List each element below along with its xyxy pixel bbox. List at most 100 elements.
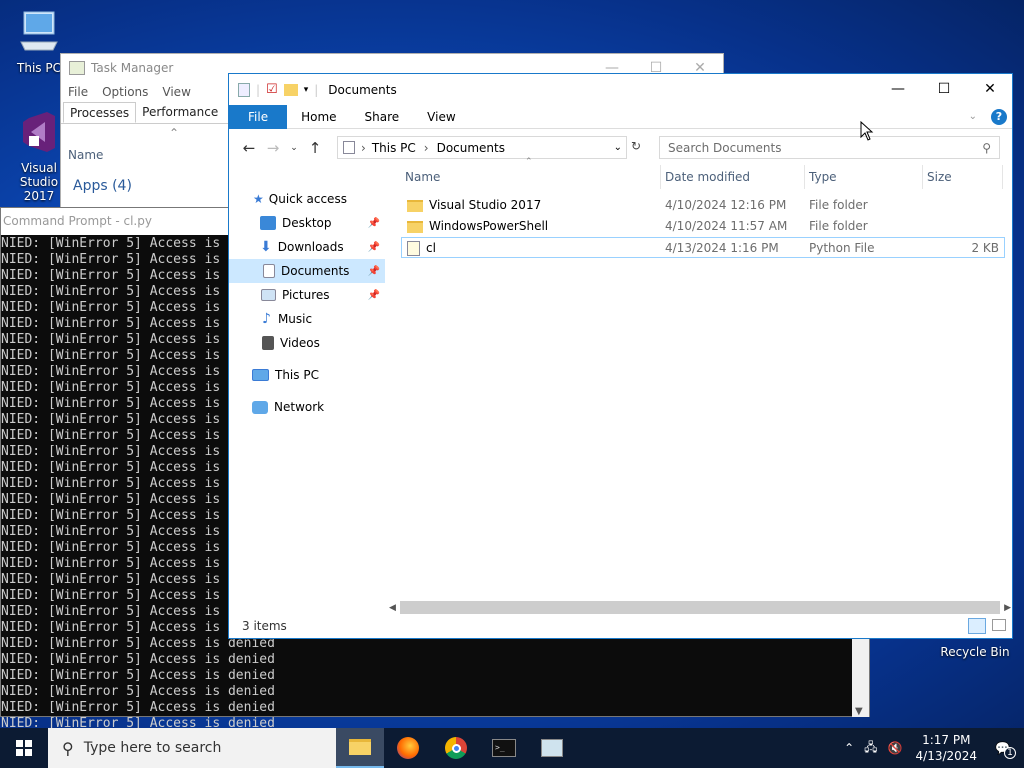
details-view-icon[interactable] xyxy=(968,618,986,634)
file-row[interactable]: cl 4/13/2024 1:16 PM Python File 2 KB xyxy=(401,237,1005,258)
file-explorer-window[interactable]: | ☑ ▾ | Documents — ☐ ✕ File Home Share … xyxy=(228,73,1013,639)
breadcrumb-separator-icon: › xyxy=(423,140,429,155)
file-name-cell: WindowsPowerShell xyxy=(407,216,548,237)
breadcrumb-documents[interactable]: Documents xyxy=(437,141,505,155)
sidebar-item-label: Downloads xyxy=(277,240,344,254)
close-button[interactable]: ✕ xyxy=(967,74,1013,105)
menu-options[interactable]: Options xyxy=(102,85,148,99)
file-size: 2 KB xyxy=(971,241,999,255)
pin-icon[interactable]: 📌 xyxy=(368,266,380,277)
address-bar[interactable]: › This PC › Documents ⌄ xyxy=(337,136,627,159)
scroll-right-arrow-icon[interactable]: ▶ xyxy=(1004,603,1011,613)
checkmark-icon[interactable]: ☑ xyxy=(266,82,278,97)
clock-time: 1:17 PM xyxy=(922,733,971,747)
sidebar-item-documents[interactable]: Documents 📌 xyxy=(229,259,385,283)
taskbar-firefox[interactable] xyxy=(384,728,432,768)
taskbar-search-box[interactable]: ⚲ Type here to search xyxy=(48,728,336,768)
column-header-name[interactable]: Name xyxy=(401,165,661,189)
file-type: File folder xyxy=(809,198,868,212)
column-header-date-modified[interactable]: Date modified xyxy=(661,165,805,189)
file-row[interactable]: Visual Studio 2017 4/10/2024 12:16 PM Fi… xyxy=(401,195,1005,216)
maximize-button[interactable]: ☐ xyxy=(921,74,967,105)
ribbon-tab-file[interactable]: File xyxy=(229,104,288,129)
taskbar-file-explorer[interactable] xyxy=(336,728,384,768)
dropdown-icon[interactable]: ▾ xyxy=(304,85,309,95)
up-arrow-icon[interactable]: ↑ xyxy=(303,139,327,157)
status-bar: 3 items xyxy=(229,614,1012,638)
explorer-titlebar[interactable]: | ☑ ▾ | Documents — ☐ ✕ xyxy=(229,74,1012,105)
file-date: 4/13/2024 1:16 PM xyxy=(665,241,779,255)
expand-ribbon-icon[interactable]: ⌄ xyxy=(969,111,977,122)
chrome-icon xyxy=(445,737,467,759)
menu-view[interactable]: View xyxy=(162,85,190,99)
breadcrumb-this-pc[interactable]: This PC xyxy=(372,141,416,155)
sidebar-item-downloads[interactable]: ⬇ Downloads 📌 xyxy=(229,235,385,259)
recent-locations-icon[interactable]: ⌄ xyxy=(285,143,303,153)
column-header-type[interactable]: Type xyxy=(805,165,923,189)
help-icon[interactable]: ? xyxy=(991,108,1007,125)
pin-icon[interactable]: 📌 xyxy=(368,218,380,229)
file-name: cl xyxy=(426,241,436,255)
scroll-left-arrow-icon[interactable]: ◀ xyxy=(389,603,396,613)
start-button[interactable] xyxy=(0,728,48,768)
menu-file[interactable]: File xyxy=(68,85,88,99)
taskbar-command-prompt[interactable]: >_ xyxy=(480,728,528,768)
folder-icon xyxy=(407,199,423,212)
notification-center-icon[interactable]: 💬 1 xyxy=(985,741,1024,759)
item-count: 3 items xyxy=(242,619,287,633)
sidebar-item-this-pc[interactable]: This PC xyxy=(229,363,385,387)
search-placeholder: Search Documents xyxy=(668,140,782,155)
music-icon: ♪ xyxy=(262,311,271,327)
download-icon: ⬇ xyxy=(260,239,272,255)
windows-logo-icon xyxy=(16,740,32,756)
search-input[interactable]: Search Documents ⚲ xyxy=(659,136,1000,159)
scroll-down-arrow-icon[interactable]: ▼ xyxy=(855,706,863,717)
sidebar-item-quick-access[interactable]: ★ Quick access xyxy=(229,187,385,211)
network-icon[interactable]: 🖧 xyxy=(859,738,882,759)
documents-icon xyxy=(263,264,275,278)
file-name: Visual Studio 2017 xyxy=(429,198,542,212)
column-header-size[interactable]: Size xyxy=(923,165,1003,189)
sidebar-item-desktop[interactable]: Desktop 📌 xyxy=(229,211,385,235)
group-header: Apps (4) xyxy=(73,178,132,194)
back-arrow-icon[interactable]: ← xyxy=(237,139,261,157)
show-hidden-icons-icon[interactable]: ⌃ xyxy=(839,741,859,755)
tab-processes[interactable]: Processes xyxy=(63,102,137,123)
new-folder-icon[interactable] xyxy=(283,83,298,96)
large-icons-view-icon[interactable] xyxy=(992,619,1006,631)
pin-icon[interactable]: 📌 xyxy=(368,290,380,301)
sidebar-item-music[interactable]: ♪ Music xyxy=(229,307,385,331)
taskbar-task-manager[interactable] xyxy=(528,728,576,768)
minimize-button[interactable]: — xyxy=(875,74,921,105)
sidebar-item-label: Documents xyxy=(281,264,350,278)
pictures-icon xyxy=(261,289,276,301)
sidebar-item-videos[interactable]: Videos xyxy=(229,331,385,355)
search-icon[interactable]: ⚲ xyxy=(982,141,991,155)
scroll-thumb[interactable] xyxy=(399,601,1001,614)
pin-icon[interactable]: 📌 xyxy=(368,242,380,253)
taskbar-chrome[interactable] xyxy=(432,728,480,768)
navigation-bar: ← → ⌄ ↑ › This PC › Documents ⌄ ↻ Search… xyxy=(229,129,1012,167)
star-icon: ★ xyxy=(253,192,264,206)
forward-arrow-icon[interactable]: → xyxy=(261,139,285,157)
ribbon-tab-view[interactable]: View xyxy=(413,105,469,129)
ribbon-tab-home[interactable]: Home xyxy=(287,105,350,129)
sidebar-item-pictures[interactable]: Pictures 📌 xyxy=(229,283,385,307)
file-row[interactable]: WindowsPowerShell 4/10/2024 11:57 AM Fil… xyxy=(401,216,1005,237)
ribbon-tab-share[interactable]: Share xyxy=(351,105,414,129)
address-dropdown-icon[interactable]: ⌄ xyxy=(614,142,622,153)
refresh-icon[interactable]: ↻ xyxy=(631,139,641,153)
column-header-name[interactable]: Name xyxy=(68,148,103,162)
sidebar-item-network[interactable]: Network xyxy=(229,395,385,419)
mouse-cursor-icon xyxy=(860,121,874,141)
properties-icon[interactable] xyxy=(238,82,250,97)
volume-muted-icon[interactable]: 🔇 xyxy=(883,741,908,755)
sort-chevron-icon: ⌃ xyxy=(169,126,180,140)
clock[interactable]: 1:17 PM 4/13/2024 xyxy=(908,732,986,764)
sidebar-item-label: Network xyxy=(274,400,325,414)
search-icon: ⚲ xyxy=(62,738,74,758)
tab-performance[interactable]: Performance xyxy=(136,102,224,123)
clock-date: 4/13/2024 xyxy=(915,749,978,763)
firefox-icon xyxy=(397,737,419,759)
documents-icon xyxy=(343,141,355,154)
